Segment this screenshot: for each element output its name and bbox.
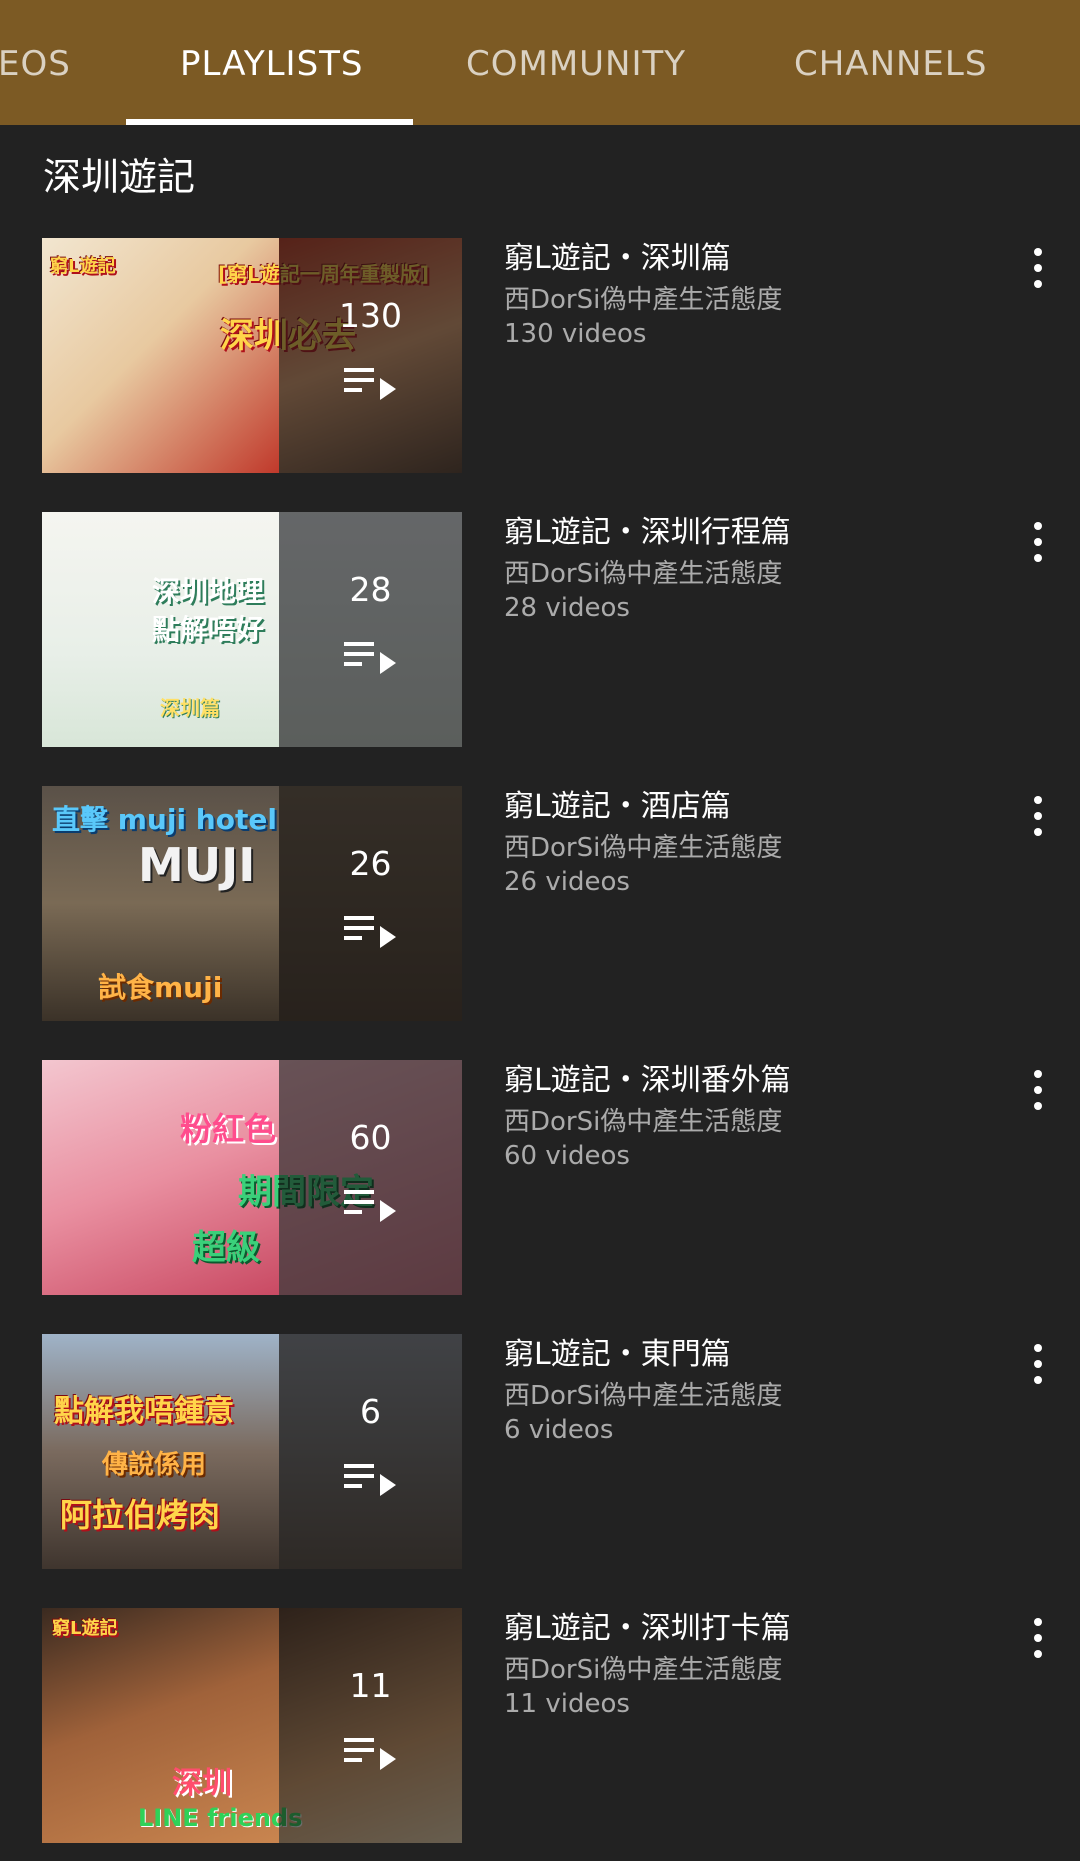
thumb-overlay xyxy=(279,1060,462,1295)
playlist-item[interactable]: 直擊 muji hotel MUJI 試食muji 26 窮L遊記・酒店篇 西D… xyxy=(0,786,1080,1021)
playlist-thumbnail[interactable]: 直擊 muji hotel MUJI 試食muji 26 xyxy=(42,786,462,1021)
more-options-icon[interactable] xyxy=(1026,1616,1050,1660)
tab-videos[interactable]: EOS xyxy=(0,44,71,84)
thumb-caption: 深圳 xyxy=(172,1766,232,1801)
playlist-item[interactable]: 點解我唔鍾意 傳說係用 阿拉伯烤肉 6 窮L遊記・東門篇 西DorSi偽中產生活… xyxy=(0,1334,1080,1569)
playlist-count-label: 6 videos xyxy=(504,1415,614,1445)
more-options-icon[interactable] xyxy=(1026,246,1050,290)
playlist-icon xyxy=(344,916,396,948)
playlist-title[interactable]: 窮L遊記・深圳番外篇 xyxy=(504,1061,1004,1101)
more-options-icon[interactable] xyxy=(1026,520,1050,564)
playlist-thumbnail[interactable]: 點解我唔鍾意 傳說係用 阿拉伯烤肉 6 xyxy=(42,1334,462,1569)
playlist-video-count: 26 xyxy=(349,844,392,883)
playlist-item[interactable]: 深圳必去 窮L遊記 [窮L遊記一周年重製版] 130 窮L遊記・深圳篇 西Dor… xyxy=(0,238,1080,473)
section-title: 深圳遊記 xyxy=(43,155,196,199)
playlist-channel: 西DorSi偽中產生活態度 xyxy=(504,1107,783,1137)
thumb-banner: 超級 xyxy=(192,1228,260,1268)
thumb-banner: LINE friends xyxy=(138,1804,303,1832)
playlist-icon xyxy=(344,1464,396,1496)
playlist-title[interactable]: 窮L遊記・深圳篇 xyxy=(504,239,1004,279)
playlist-thumbnail[interactable]: 深圳必去 窮L遊記 [窮L遊記一周年重製版] 130 xyxy=(42,238,462,473)
thumb-badge: 深圳篇 xyxy=(160,696,220,720)
playlist-icon xyxy=(344,1738,396,1770)
playlist-item[interactable]: 粉紅色 期間限定 超級 60 窮L遊記・深圳番外篇 西DorSi偽中產生活態度 … xyxy=(0,1060,1080,1295)
thumb-badge: 窮L遊記 xyxy=(50,256,116,277)
playlist-title[interactable]: 窮L遊記・酒店篇 xyxy=(504,787,1004,827)
playlist-title[interactable]: 窮L遊記・深圳打卡篇 xyxy=(504,1609,1004,1649)
playlist-video-count: 6 xyxy=(360,1392,381,1431)
playlist-thumbnail[interactable]: 深圳地理 點解唔好 深圳篇 28 xyxy=(42,512,462,747)
playlist-channel: 西DorSi偽中產生活態度 xyxy=(504,1381,783,1411)
playlist-video-count: 130 xyxy=(339,296,402,335)
playlist-channel: 西DorSi偽中產生活態度 xyxy=(504,285,783,315)
playlist-channel: 西DorSi偽中產生活態度 xyxy=(504,559,783,589)
thumb-banner: 阿拉伯烤肉 xyxy=(60,1496,221,1534)
playlist-thumbnail[interactable]: 粉紅色 期間限定 超級 60 xyxy=(42,1060,462,1295)
thumb-overlay xyxy=(279,786,462,1021)
playlist-video-count: 60 xyxy=(349,1118,392,1157)
playlist-count-label: 60 videos xyxy=(504,1141,630,1171)
more-options-icon[interactable] xyxy=(1026,1068,1050,1112)
thumb-badge: 窮L遊記 xyxy=(52,1618,118,1639)
playlist-item[interactable]: 深圳 窮L遊記 LINE friends 11 窮L遊記・深圳打卡篇 西DorS… xyxy=(0,1608,1080,1843)
playlist-thumbnail[interactable]: 深圳 窮L遊記 LINE friends 11 xyxy=(42,1608,462,1843)
thumb-badge: 傳說係用 xyxy=(102,1450,207,1480)
playlist-icon xyxy=(344,368,396,400)
thumb-caption: 粉紅色 xyxy=(180,1110,277,1148)
playlist-video-count: 28 xyxy=(349,570,392,609)
playlist-count-label: 11 videos xyxy=(504,1689,630,1719)
thumb-banner: 試食muji xyxy=(98,971,223,1004)
playlist-channel: 西DorSi偽中產生活態度 xyxy=(504,833,783,863)
playlist-count-label: 26 videos xyxy=(504,867,630,897)
playlist-video-count: 11 xyxy=(349,1666,392,1705)
thumb-badge: MUJI xyxy=(138,838,256,892)
thumb-caption: 深圳地理 xyxy=(152,575,265,608)
playlist-title[interactable]: 窮L遊記・深圳行程篇 xyxy=(504,513,1004,553)
playlist-icon xyxy=(344,642,396,674)
more-options-icon[interactable] xyxy=(1026,794,1050,838)
tab-playlists[interactable]: PLAYLISTS xyxy=(180,44,364,84)
more-options-icon[interactable] xyxy=(1026,1342,1050,1386)
channel-tab-bar: EOS PLAYLISTS COMMUNITY CHANNELS xyxy=(0,0,1080,125)
playlist-icon xyxy=(344,1190,396,1222)
active-tab-indicator xyxy=(126,119,413,125)
thumb-overlay xyxy=(279,1608,462,1843)
tab-channels[interactable]: CHANNELS xyxy=(794,44,987,84)
playlist-item[interactable]: 深圳地理 點解唔好 深圳篇 28 窮L遊記・深圳行程篇 西DorSi偽中產生活態… xyxy=(0,512,1080,747)
thumb-overlay xyxy=(279,512,462,747)
thumb-overlay xyxy=(279,238,462,473)
thumb-caption: 直擊 muji hotel xyxy=(52,803,277,836)
thumb-overlay xyxy=(279,1334,462,1569)
tab-community[interactable]: COMMUNITY xyxy=(466,44,686,84)
playlist-count-label: 28 videos xyxy=(504,593,630,623)
playlist-channel: 西DorSi偽中產生活態度 xyxy=(504,1655,783,1685)
thumb-caption: 點解我唔鍾意 xyxy=(54,1394,234,1429)
playlist-title[interactable]: 窮L遊記・東門篇 xyxy=(504,1335,1004,1375)
thumb-banner: 點解唔好 xyxy=(152,613,265,646)
playlist-count-label: 130 videos xyxy=(504,319,647,349)
